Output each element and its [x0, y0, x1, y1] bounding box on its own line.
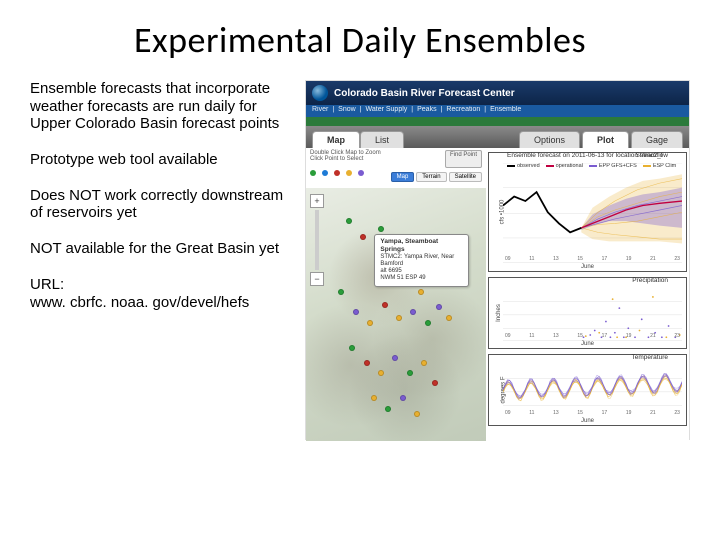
zoom-control[interactable]: + − — [310, 194, 324, 286]
map-panel: Double Click Map to Zoom Click Point to … — [306, 148, 486, 441]
chart-streamflow: Ensemble forecast on 2011-06-13 for loca… — [488, 152, 687, 272]
site-header: Colorado Basin River Forecast Center — [306, 81, 689, 105]
tab-bar: Map List Options Plot Gage — [306, 126, 689, 148]
chart-temperature: Temperature degrees F 0911 — [488, 354, 687, 426]
bullet-2: Prototype web tool available — [30, 151, 295, 169]
embedded-screenshot: Colorado Basin River Forecast Center Riv… — [305, 80, 690, 440]
tab-plot[interactable]: Plot — [582, 131, 629, 148]
tab-list[interactable]: List — [360, 131, 404, 148]
tab-options[interactable]: Options — [519, 131, 580, 148]
plot-panel: Ensemble forecast on 2011-06-13 for loca… — [486, 148, 689, 441]
url-line: URL: www. cbrfc. noaa. gov/devel/hefs — [30, 276, 295, 311]
map-tooltip: Yampa, Steamboat Springs STMC2: Yampa Ri… — [374, 234, 469, 287]
site-title: Colorado Basin River Forecast Center — [334, 88, 515, 99]
streamflow-svg — [503, 163, 682, 264]
zoom-in-icon[interactable]: + — [310, 194, 324, 208]
xticks: 0911 1315 1719 2123 — [505, 256, 680, 262]
slide-title: Experimental Daily Ensembles — [30, 18, 690, 62]
tab-map[interactable]: Map — [312, 131, 360, 148]
map-type-control[interactable]: Map Terrain Satellite — [391, 172, 482, 182]
tab-gage[interactable]: Gage — [631, 131, 683, 148]
site-subnav — [306, 117, 689, 126]
noaa-logo-icon — [312, 85, 328, 101]
chart-precip: Precipitation Inches — [488, 277, 687, 349]
map-btn-map[interactable]: Map — [391, 172, 415, 182]
text-column: Ensemble forecasts that incorporate weat… — [30, 80, 295, 440]
bullet-4: NOT available for the Great Basin yet — [30, 240, 295, 258]
bullet-3: Does NOT work correctly downstream of re… — [30, 187, 295, 222]
find-point-button[interactable]: Find Point — [445, 150, 482, 168]
map-hint-2: Click Point to Select — [310, 156, 381, 162]
map-btn-terrain[interactable]: Terrain — [416, 172, 446, 182]
zoom-out-icon[interactable]: − — [310, 272, 324, 286]
site-nav: River| Snow| Water Supply| Peaks| Recrea… — [306, 105, 689, 117]
map-canvas[interactable]: + − — [306, 188, 486, 441]
map-btn-satellite[interactable]: Satellite — [449, 172, 482, 182]
chart-label: Streamflow — [635, 152, 668, 159]
bullet-1: Ensemble forecasts that incorporate weat… — [30, 80, 295, 133]
